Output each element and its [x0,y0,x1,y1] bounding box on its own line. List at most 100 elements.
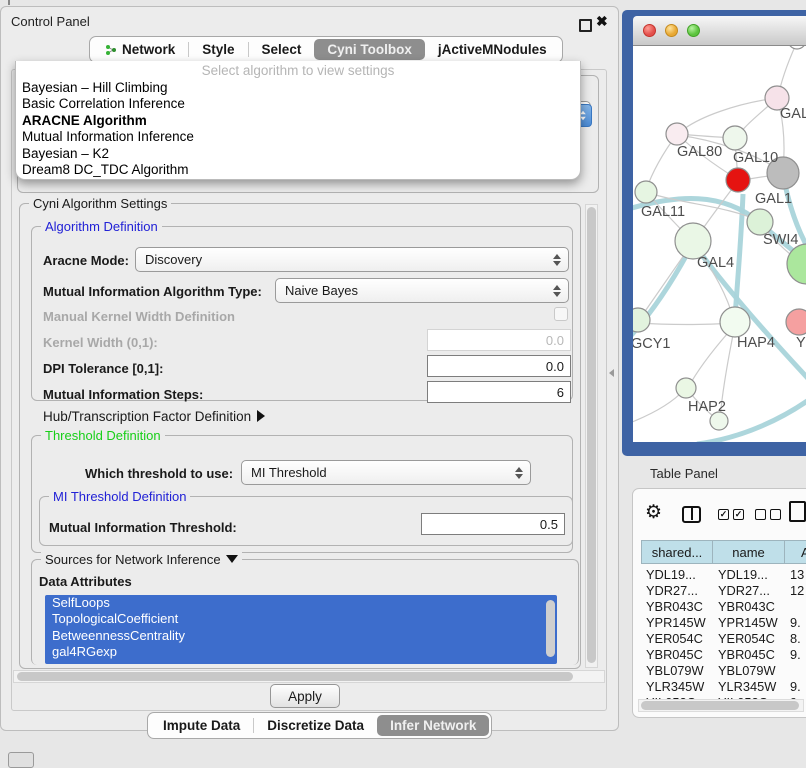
mi-type-value: Naive Bayes [285,283,358,298]
list-item[interactable]: SelfLoops [45,595,557,611]
table-row[interactable]: YDL19...YDL19...13 [641,566,806,582]
tab-cyni-toolbox[interactable]: Cyni Toolbox [314,39,425,60]
column-header[interactable]: shared... [641,540,713,564]
which-threshold-combo[interactable]: MI Threshold [241,460,531,485]
tab-jactivemnodules[interactable]: jActiveMNodules [425,39,560,60]
dropdown-prompt: Select algorithm to view settings [16,62,580,80]
network-node[interactable] [726,168,750,192]
network-node[interactable] [675,223,711,259]
column-header[interactable]: name [713,540,785,564]
mi-threshold-definition-title: MI Threshold Definition [49,489,190,504]
settings-horizontal-scrollbar[interactable] [13,670,605,683]
table-panel-title: Table Panel [650,466,718,481]
dropdown-item-selected[interactable]: ARACNE Algorithm [16,113,580,129]
dpi-tolerance-label: DPI Tolerance [0,1]: [43,361,163,376]
aracne-mode-combo[interactable]: Discovery [135,247,569,272]
data-attributes-list[interactable]: SelfLoops TopologicalCoefficient Between… [45,595,557,664]
network-window-titlebar[interactable] [633,16,806,46]
scrollbar-thumb[interactable] [587,207,596,663]
scrollbar-thumb[interactable] [17,672,573,681]
control-panel-title: Control Panel [11,14,90,29]
bottom-left-button[interactable] [8,752,34,768]
attributes-list-scrollbar[interactable] [546,600,555,657]
expand-right-icon [257,410,265,422]
table-row[interactable]: YBR045CYBR045C9. [641,646,806,662]
combo-stepper-icon [553,254,561,266]
dpi-tolerance-field[interactable]: 0.0 [427,355,571,377]
dropdown-item[interactable]: Bayesian – Hill Climbing [16,80,580,96]
tab-network[interactable]: Network [92,39,188,60]
mi-steps-field[interactable]: 6 [427,381,571,403]
table-row[interactable]: YBL079WYBL079W [641,662,806,678]
tab-select[interactable]: Select [249,39,315,60]
tab-infer-network[interactable]: Infer Network [377,715,489,736]
apply-button[interactable]: Apply [270,684,340,708]
manual-kernel-checkbox[interactable] [554,307,568,321]
threshold-definition-title: Threshold Definition [41,428,165,443]
table-row[interactable]: YBR043CYBR043C [641,598,806,614]
list-item[interactable]: gal4RGexp [45,644,557,660]
network-node[interactable] [720,307,750,337]
node-label: GAL11 [641,204,685,220]
close-traffic-light-icon[interactable] [643,24,656,37]
panel-splitter-handle[interactable] [609,369,614,377]
screen: { "window": { "title": "Control Panel" }… [0,0,806,762]
sources-title[interactable]: Sources for Network Inference [41,552,242,567]
table-row[interactable]: YLR345WYLR345W9. [641,678,806,694]
network-node[interactable] [723,126,747,150]
list-item[interactable]: BetweennessCentrality [45,628,557,644]
combo-stepper-icon [515,467,523,479]
column-header[interactable]: A [785,540,806,564]
column-view-icon[interactable] [682,506,701,523]
aracne-mode-label: Aracne Mode: [43,253,129,268]
kernel-width-field[interactable]: 0.0 [427,329,571,351]
close-icon[interactable]: ✖ [596,13,608,30]
dropdown-item[interactable]: Dream8 DC_TDC Algorithm [16,162,580,178]
mi-threshold-field[interactable]: 0.5 [421,513,565,535]
network-node[interactable] [788,46,806,49]
new-table-icon[interactable] [789,501,806,522]
network-node[interactable] [786,309,806,335]
bottom-tabbar: Impute Data Discretize Data Infer Networ… [147,712,492,739]
table-row[interactable]: YER054CYER054C8. [641,630,806,646]
gear-icon[interactable]: ⚙ [645,503,662,522]
top-edge-tick [8,0,10,5]
node-label: GAL1 [755,191,792,207]
float-window-icon[interactable] [579,19,592,32]
dropdown-item[interactable]: Bayesian – K2 [16,146,580,162]
deselect-all-checkboxes-icon[interactable] [755,509,781,520]
collapse-down-icon [226,555,238,563]
network-node[interactable] [676,378,696,398]
select-all-checkboxes-icon[interactable]: ✓✓ [718,509,744,520]
node-label: GAL80 [677,144,722,160]
mi-type-label: Mutual Information Algorithm Type: [43,284,262,299]
zoom-traffic-light-icon[interactable] [687,24,700,37]
minimize-traffic-light-icon[interactable] [665,24,678,37]
tab-network-label: Network [122,39,175,60]
tab-discretize-data[interactable]: Discretize Data [254,715,377,736]
network-node[interactable] [666,123,688,145]
mi-type-combo[interactable]: Naive Bayes [275,278,569,303]
cyni-settings-title: Cyni Algorithm Settings [29,196,171,211]
tab-style[interactable]: Style [189,39,247,60]
kernel-width-label: Kernel Width (0,1): [43,335,158,350]
edge [633,390,684,424]
list-item[interactable]: TopologicalCoefficient [45,611,557,627]
node-label: GAL10 [733,150,778,166]
hub-definition-toggle[interactable]: Hub/Transcription Factor Definition [43,409,265,424]
table-row[interactable]: YDR27...YDR27...12 [641,582,806,598]
data-attributes-label: Data Attributes [39,574,132,589]
network-canvas[interactable]: GAL GAL80 GAL10 GAL1 GAL11 SWI4 GAL4 GCY… [633,46,806,442]
settings-vertical-scrollbar[interactable] [585,204,598,668]
node-label: SWI4 [763,232,798,248]
dropdown-item[interactable]: Mutual Information Inference [16,129,580,145]
scrollbar-thumb[interactable] [641,701,799,710]
tab-impute-data[interactable]: Impute Data [150,715,253,736]
network-node[interactable] [635,181,657,203]
which-threshold-value: MI Threshold [251,465,327,480]
mi-threshold-label: Mutual Information Threshold: [49,520,237,535]
table-horizontal-scrollbar[interactable] [638,699,804,712]
dropdown-item[interactable]: Basic Correlation Inference [16,96,580,112]
table-row[interactable]: YPR145WYPR145W9. [641,614,806,630]
node-label: GCY1 [633,336,671,352]
